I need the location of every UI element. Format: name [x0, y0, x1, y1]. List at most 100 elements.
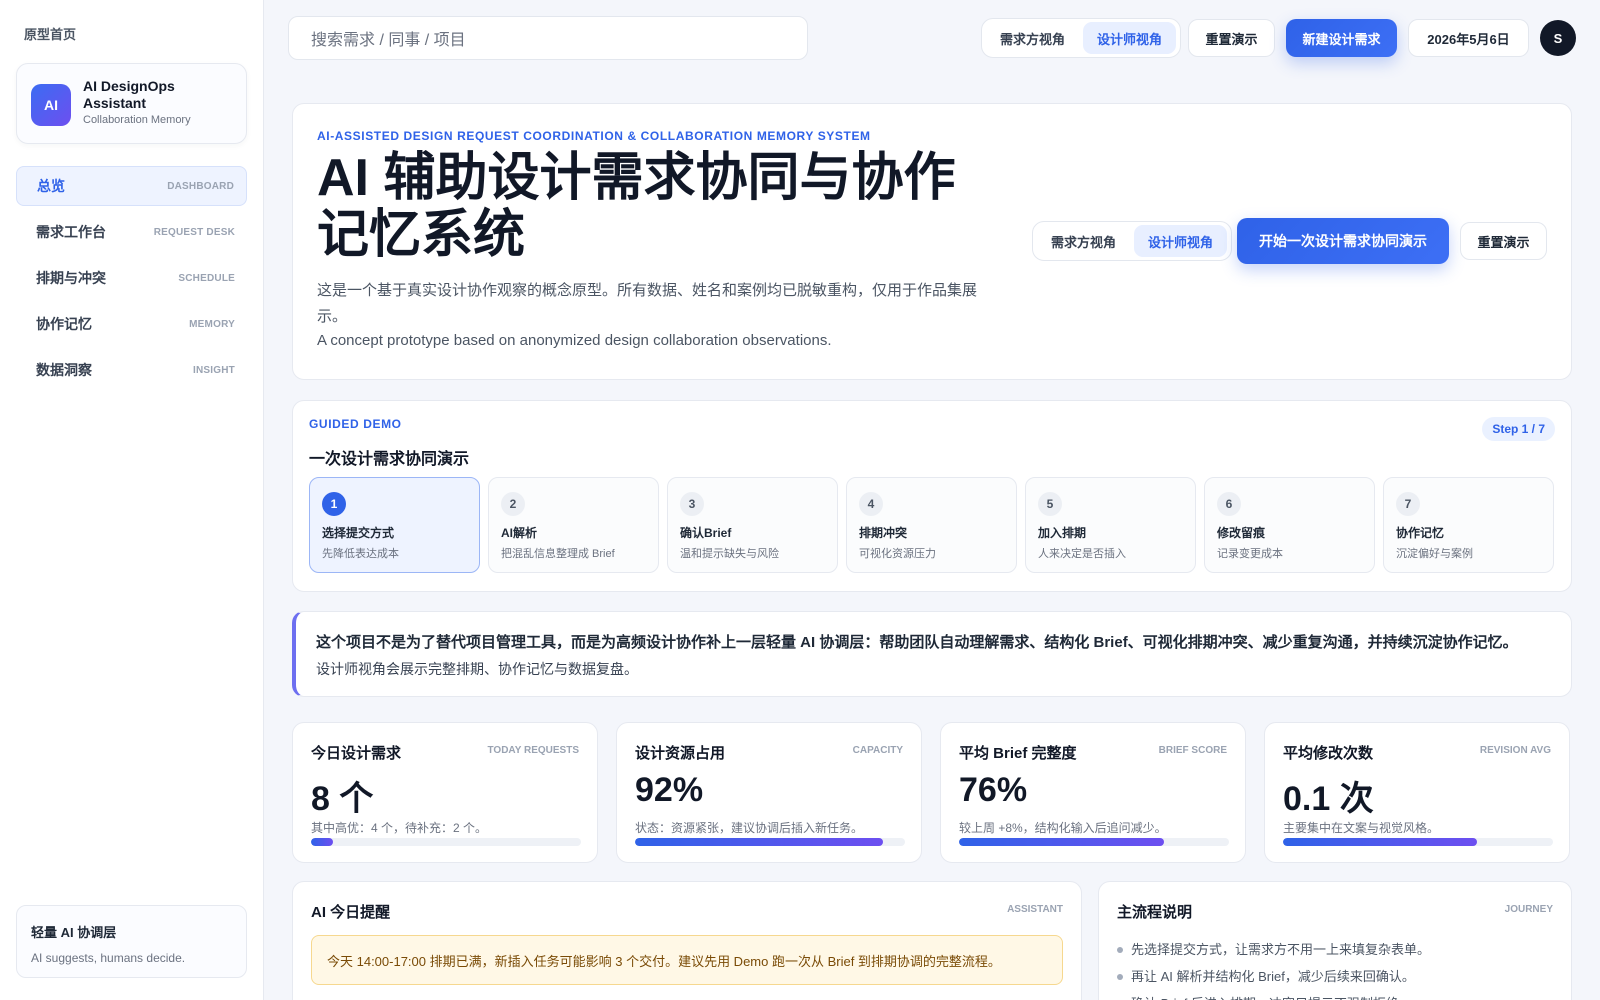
- sidebar-footer-title: 轻量 AI 协调层: [31, 925, 117, 940]
- assistant-panel: AI 今日提醒 ASSISTANT 今天 14:00-17:00 排期已满，新插…: [292, 881, 1082, 1000]
- demo-step-4[interactable]: 4 排期冲突 可视化资源压力: [846, 477, 1017, 573]
- journey-en-label: JOURNEY: [1504, 904, 1553, 915]
- list-item: 再让 AI 解析并结构化 Brief，减少后续来回确认。: [1117, 963, 1430, 990]
- step-title: 加入排期: [1038, 526, 1087, 540]
- requester-view-tab[interactable]: 需求方视角: [986, 22, 1079, 54]
- hero-card: AI-ASSISTED DESIGN REQUEST COORDINATION …: [292, 103, 1572, 380]
- demo-step-7[interactable]: 7 协作记忆 沉淀偏好与案例: [1383, 477, 1554, 573]
- assistant-en-label: ASSISTANT: [1007, 904, 1063, 915]
- stat-card-revision-avg: 平均修改次数 REVISION AVG 0.1 次 主要集中在文案与视觉风格。: [1264, 722, 1570, 863]
- step-badge: Step 1 / 7: [1482, 417, 1555, 441]
- hero-description-en: A concept prototype based on anonymized …: [317, 332, 832, 349]
- stat-description: 其中高优：4 个，待补充：2 个。: [311, 821, 488, 835]
- step-subtitle: 温和提示缺失与风险: [680, 548, 779, 560]
- brand-subtitle: Collaboration Memory: [83, 114, 191, 126]
- demo-step-2[interactable]: 2 AI解析 把混乱信息整理成 Brief: [488, 477, 659, 573]
- step-number: 6: [1217, 492, 1241, 516]
- stat-en-label: CAPACITY: [852, 745, 903, 756]
- step-subtitle: 人来决定是否插入: [1038, 548, 1126, 560]
- date-display: 2026年5月6日: [1408, 19, 1529, 57]
- stat-en-label: TODAY REQUESTS: [487, 745, 579, 756]
- step-number: 3: [680, 492, 704, 516]
- assistant-alert: 今天 14:00-17:00 排期已满，新插入任务可能影响 3 个交付。建议先用…: [311, 935, 1063, 985]
- page-title: AI 辅助设计需求协同与协作记忆系统: [317, 149, 956, 264]
- sidebar-item-schedule[interactable]: 排期与冲突 SCHEDULE: [16, 258, 247, 298]
- demo-step-6[interactable]: 6 修改留痕 记录变更成本: [1204, 477, 1375, 573]
- sidebar-item-insight[interactable]: 数据洞察 INSIGHT: [16, 350, 247, 390]
- stat-title: 设计资源占用: [635, 745, 726, 762]
- step-title: 修改留痕: [1217, 526, 1266, 540]
- step-subtitle: 可视化资源压力: [859, 548, 936, 560]
- stat-card-today-requests: 今日设计需求 TODAY REQUESTS 8 个 其中高优：4 个，待补充：2…: [292, 722, 598, 863]
- stat-progress-fill: [959, 838, 1165, 846]
- demo-step-5[interactable]: 5 加入排期 人来决定是否插入: [1025, 477, 1196, 573]
- journey-title: 主流程说明: [1117, 904, 1193, 921]
- stat-card-capacity: 设计资源占用 CAPACITY 92% 状态：资源紧张，建议协调后插入新任务。: [616, 722, 922, 863]
- stat-en-label: BRIEF SCORE: [1158, 745, 1227, 756]
- step-number: 7: [1396, 492, 1420, 516]
- step-subtitle: 记录变更成本: [1217, 548, 1283, 560]
- stat-progress-bar: [959, 838, 1229, 846]
- avatar[interactable]: S: [1540, 20, 1576, 56]
- step-subtitle: 沉淀偏好与案例: [1396, 548, 1473, 560]
- stat-progress-bar: [635, 838, 905, 846]
- stat-title: 平均修改次数: [1283, 745, 1374, 762]
- list-item: 确认 Brief 后进入排期，冲突只提示不强制拒绝。: [1117, 990, 1430, 1000]
- new-request-button[interactable]: 新建设计需求: [1286, 19, 1397, 57]
- search-input[interactable]: 搜索需求 / 同事 / 项目: [288, 16, 808, 60]
- sidebar-item-memory[interactable]: 协作记忆 MEMORY: [16, 304, 247, 344]
- sidebar-item-label: 协作记忆: [36, 316, 92, 332]
- step-title: AI解析: [501, 526, 538, 540]
- sidebar-item-en: MEMORY: [189, 318, 235, 330]
- step-title: 选择提交方式: [322, 526, 395, 540]
- brand-logo: AI: [31, 84, 71, 126]
- topbar: 搜索需求 / 同事 / 项目 需求方视角 设计师视角 重置演示 新建设计需求 2…: [264, 0, 1600, 76]
- sidebar-item-dashboard[interactable]: 总览 DASHBOARD: [16, 166, 247, 206]
- hero-reset-demo-button[interactable]: 重置演示: [1460, 222, 1547, 260]
- stat-description: 状态：资源紧张，建议协调后插入新任务。: [635, 821, 864, 835]
- stat-value: 0.1 次: [1283, 780, 1374, 818]
- sidebar-footer-card: 轻量 AI 协调层 AI suggests, humans decide.: [16, 905, 247, 978]
- sidebar: 原型首页 AI AI DesignOps Assistant Collabora…: [0, 0, 264, 1000]
- prototype-home-link[interactable]: 原型首页: [24, 24, 76, 43]
- step-title: 协作记忆: [1396, 526, 1445, 540]
- designer-view-tab[interactable]: 设计师视角: [1134, 225, 1228, 257]
- demo-step-3[interactable]: 3 确认Brief 温和提示缺失与风险: [667, 477, 838, 573]
- sidebar-item-label: 排期与冲突: [36, 270, 106, 286]
- brand-card: AI AI DesignOps Assistant Collaboration …: [16, 63, 247, 144]
- step-subtitle: 先降低表达成本: [322, 548, 399, 560]
- stat-card-brief-score: 平均 Brief 完整度 BRIEF SCORE 76% 较上周 +8%，结构化…: [940, 722, 1246, 863]
- sidebar-item-label: 需求工作台: [36, 224, 106, 240]
- demo-step-1[interactable]: 1 选择提交方式 先降低表达成本: [309, 477, 480, 573]
- sidebar-footer-subtitle: AI suggests, humans decide.: [31, 951, 186, 965]
- sidebar-item-en: DASHBOARD: [167, 180, 234, 192]
- sidebar-item-request-desk[interactable]: 需求工作台 REQUEST DESK: [16, 212, 247, 252]
- step-number: 4: [859, 492, 883, 516]
- step-number: 5: [1038, 492, 1062, 516]
- designer-view-tab[interactable]: 设计师视角: [1083, 22, 1177, 54]
- stat-progress-fill: [635, 838, 884, 846]
- stat-progress-fill: [1283, 838, 1478, 846]
- demo-title: 一次设计需求协同演示: [309, 451, 470, 468]
- demo-eyebrow: GUIDED DEMO: [309, 417, 402, 431]
- step-number: 1: [322, 492, 346, 516]
- sidebar-item-label: 总览: [37, 178, 65, 194]
- step-number: 2: [501, 492, 525, 516]
- sidebar-item-en: INSIGHT: [193, 364, 235, 376]
- start-demo-button[interactable]: 开始一次设计需求协同演示: [1237, 218, 1449, 264]
- step-title: 确认Brief: [680, 526, 732, 540]
- notice-sub-text: 设计师视角会展示完整排期、协作记忆与数据复盘。: [316, 661, 638, 677]
- stat-value: 8 个: [311, 780, 374, 818]
- stat-progress-fill: [311, 838, 333, 846]
- hero-eyebrow: AI-ASSISTED DESIGN REQUEST COORDINATION …: [317, 129, 871, 143]
- stat-description: 较上周 +8%，结构化输入后追问减少。: [959, 821, 1167, 835]
- stat-title: 平均 Brief 完整度: [959, 745, 1077, 762]
- requester-view-tab[interactable]: 需求方视角: [1037, 225, 1130, 257]
- stat-value: 92%: [635, 771, 704, 809]
- list-item: 先选择提交方式，让需求方不用一上来填复杂表单。: [1117, 936, 1430, 963]
- sidebar-item-en: SCHEDULE: [178, 272, 235, 284]
- stat-en-label: REVISION AVG: [1479, 745, 1551, 756]
- reset-demo-button[interactable]: 重置演示: [1188, 19, 1275, 57]
- stat-progress-bar: [1283, 838, 1553, 846]
- step-subtitle: 把混乱信息整理成 Brief: [501, 548, 615, 560]
